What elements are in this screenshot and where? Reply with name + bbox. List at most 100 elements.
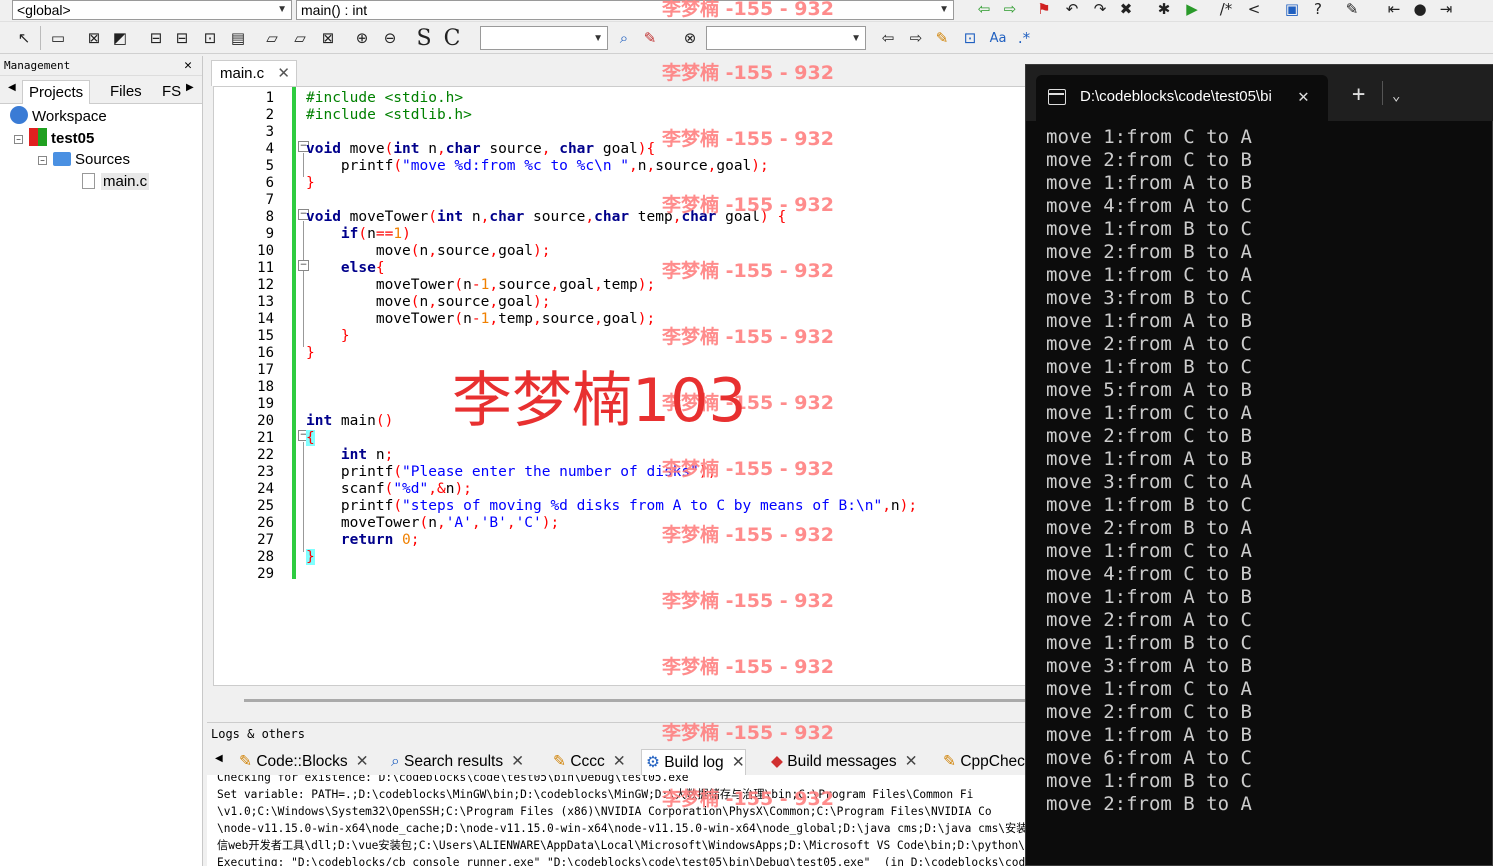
prev-bookmark-icon[interactable]: ↶ [1060, 0, 1084, 21]
scope-combo[interactable]: <global> ▼ [12, 0, 292, 20]
layout-2-icon[interactable]: ⊟ [170, 26, 194, 50]
chevron-down-icon[interactable]: ⌄ [1392, 85, 1400, 108]
tab-fs[interactable]: FS [156, 80, 187, 104]
file-icon [82, 173, 95, 189]
jump-back-icon[interactable]: ⇦ [972, 0, 996, 21]
run-icon[interactable]: ▶ [1180, 0, 1204, 21]
wrench-icon[interactable]: ✎ [638, 26, 662, 50]
regex-icon[interactable]: .* [1012, 26, 1036, 50]
terminal-tab[interactable]: D:\codeblocks\code\test05\bi ✕ [1036, 75, 1328, 121]
tab-build-log[interactable]: ⚙ Build log ✕ [641, 749, 746, 775]
tab-search-results[interactable]: ⌕ Search results ✕ [387, 749, 524, 775]
terminal-output-line: move 1:from B to C [1046, 770, 1252, 792]
search-icon[interactable]: ⌕ [612, 26, 636, 50]
code-line: if(n==1) [340, 226, 411, 242]
workspace-icon [10, 106, 28, 124]
tab-scroll-left-icon[interactable]: ◀ [215, 753, 223, 764]
layout-1-icon[interactable]: ⊟ [144, 26, 168, 50]
next-bookmark-icon[interactable]: ↷ [1088, 0, 1112, 21]
line-number: 15 [257, 328, 274, 344]
selection-icon[interactable]: ⊡ [958, 26, 982, 50]
tab-codeblocks[interactable]: ✎ Code::Blocks ✕ [235, 749, 369, 775]
record-icon[interactable]: ● [1408, 0, 1432, 21]
build-log-output[interactable]: Checking for existence: D:\codeblocks\co… [207, 775, 1037, 866]
log-line: Executing: "D:\codeblocks/cb_console_run… [217, 856, 1037, 866]
highlight-icon[interactable]: ✎ [930, 26, 954, 50]
comment-icon[interactable]: /* [1214, 0, 1238, 21]
shape-2-icon[interactable]: ▱ [288, 26, 312, 50]
close-icon[interactable]: ✕ [732, 754, 745, 771]
close-icon[interactable]: ✕ [613, 753, 626, 770]
close-icon[interactable]: ✕ [184, 56, 192, 76]
tab-files[interactable]: Files [104, 80, 148, 104]
line-number: 7 [265, 192, 274, 208]
help-icon[interactable]: ? [1306, 0, 1330, 21]
tab-main-c[interactable]: main.c ✕ [211, 60, 297, 86]
arrow-left-icon[interactable]: ⇦ [876, 26, 900, 50]
jump-forward-icon[interactable]: ⇨ [998, 0, 1022, 21]
management-panel: Management ✕ ◀ Projects Files FS ▶ Works… [0, 56, 203, 866]
bookmark-icon[interactable]: ⚑ [1032, 0, 1056, 21]
tree-workspace[interactable]: Workspace [10, 106, 107, 126]
watermark-text: 李梦楠 -155 - 932 [662, 524, 834, 546]
zoom-in-icon[interactable]: ⊕ [350, 26, 374, 50]
zoom-out-icon[interactable]: ⊖ [378, 26, 402, 50]
close-icon[interactable]: ✕ [277, 61, 290, 87]
chevron-down-icon: ▼ [851, 33, 861, 44]
clear-icon[interactable]: ⊗ [678, 26, 702, 50]
collapse-icon[interactable]: − [14, 135, 23, 144]
shape-3-icon[interactable]: ⊠ [316, 26, 340, 50]
search-combo-1[interactable]: ▼ [480, 26, 608, 50]
redo-icon[interactable]: ⇥ [1434, 0, 1458, 21]
block-icon[interactable]: ▭ [46, 26, 70, 50]
tab-build-messages[interactable]: ◆ Build messages ✕ [767, 749, 918, 775]
tab-cccc[interactable]: ✎ Cccc ✕ [549, 749, 626, 775]
match-case-icon[interactable]: Aa [986, 26, 1010, 50]
watermark-text: 李梦楠 -155 - 932 [662, 788, 834, 810]
debug-icon[interactable]: ✱ [1152, 0, 1176, 21]
shape-1-icon[interactable]: ▱ [260, 26, 284, 50]
clear-bookmarks-icon[interactable]: ✖ [1114, 0, 1138, 21]
search-combo-2[interactable]: ▼ [706, 26, 866, 50]
tree-folder-sources[interactable]: − Sources [38, 150, 130, 170]
close-icon[interactable]: ✕ [511, 753, 524, 770]
select-2-icon[interactable]: ◩ [108, 26, 132, 50]
uncomment-icon[interactable]: < [1242, 0, 1266, 21]
tab-fs-label: FS [162, 83, 182, 100]
tree-folder-label: Sources [75, 151, 131, 168]
code-line: printf("move %d:from %c to %c\n ",n,sour… [306, 158, 769, 174]
layout-3-icon[interactable]: ⊡ [198, 26, 222, 50]
tab-scroll-right-icon[interactable]: ▶ [186, 82, 194, 93]
collapse-icon[interactable]: − [38, 156, 47, 165]
pencil-icon: ✎ [553, 753, 566, 770]
c-icon[interactable]: C [440, 26, 464, 51]
tree-project[interactable]: − test05 [14, 128, 94, 148]
line-number: 19 [257, 396, 274, 412]
new-tab-button[interactable]: + [1352, 83, 1365, 106]
tab-projects-label: Projects [29, 84, 84, 101]
log-line: Checking for existence: D:\codeblocks\co… [217, 775, 689, 784]
tab-scroll-left-icon[interactable]: ◀ [8, 82, 16, 93]
close-icon[interactable]: ✕ [356, 753, 369, 770]
terminal-output-line: move 2:from B to A [1046, 241, 1252, 263]
close-icon[interactable]: ✕ [1298, 85, 1309, 108]
tab-projects[interactable]: Projects [22, 80, 91, 104]
terminal-window: D:\codeblocks\code\test05\bi ✕ + ⌄ move … [1025, 64, 1493, 866]
terminal-output-line: move 1:from A to B [1046, 172, 1252, 194]
cursor-icon[interactable]: ↖ [12, 26, 36, 50]
line-number: 18 [257, 379, 274, 395]
tree-file-main-c[interactable]: main.c [82, 172, 150, 192]
settings-icon[interactable]: ✎ [1340, 0, 1364, 21]
management-title: Management [4, 59, 71, 72]
undo-icon[interactable]: ⇤ [1382, 0, 1406, 21]
tab-cppcheck[interactable]: ✎ CppChec [939, 749, 1025, 775]
horizontal-scrollbar[interactable] [244, 699, 1034, 702]
close-icon[interactable]: ✕ [905, 753, 918, 770]
layout-4-icon[interactable]: ▤ [226, 26, 250, 50]
function-combo[interactable]: main() : int ▼ [296, 0, 954, 20]
arrow-right-icon[interactable]: ⇨ [904, 26, 928, 50]
doxygen-icon[interactable]: ▣ [1280, 0, 1304, 21]
code-line: scanf("%d",&n); [306, 481, 472, 497]
select-icon[interactable]: ⊠ [82, 26, 106, 50]
s-icon[interactable]: S [412, 26, 436, 51]
